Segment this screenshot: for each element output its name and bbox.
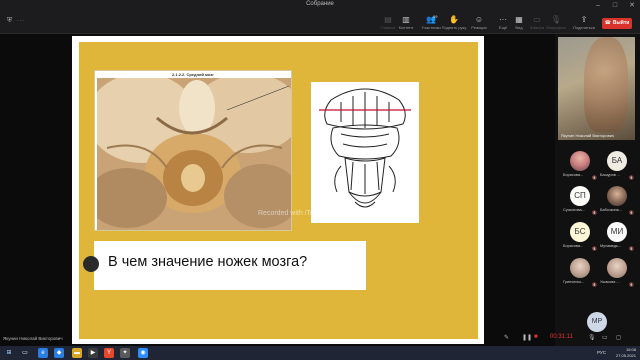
media-icon[interactable]: ▶ [88,348,98,358]
toolbar-label: Контент [398,25,414,30]
mic-icon[interactable]: 🎙 [588,334,596,341]
participants-gallery: Якунин Николай Викторович Борисова... 🔇 … [555,34,640,346]
pause-icon[interactable]: ❚❚ [522,334,532,341]
question-marker [83,256,99,272]
phone-icon: ☎ [604,20,611,26]
system-clock[interactable]: 16:08 27.05.2021 [616,347,636,359]
toolbar-label: Поделиться [572,25,596,30]
leave-button[interactable]: ☎ Выйти [602,18,632,29]
language-indicator[interactable]: РУС [597,350,606,355]
mic-muted-icon: 🔇 [629,210,634,215]
brainstem-drawing [319,88,411,208]
maximize-icon[interactable]: □ [611,1,619,10]
clock-date: 27.05.2021 [615,353,636,358]
self-name: Якунин Николай Викторович [561,133,615,138]
avatar: МИ [607,222,627,242]
brain-photo: 2.1.2.2. Средний мозг [94,70,292,231]
toolbar-button-content[interactable]: ▥ Контент [393,14,419,33]
avatar[interactable]: МР [587,312,607,332]
toolbar-label: Поднять руку [441,25,467,30]
mic-muted-icon: 🔇 [592,246,597,251]
pen-icon[interactable]: ✎ [504,334,509,341]
participant-tile[interactable]: БА Башуров ... 🔇 [598,150,636,183]
shield-icon[interactable]: ⛨ [7,17,12,25]
photo-caption: 2.1.2.2. Средний мозг [172,72,214,77]
toolbar-button-raise-hand[interactable]: ✋ Поднять руку [441,14,467,33]
camera-icon[interactable]: ▭ [602,334,608,341]
hand-icon: ✋ [449,15,459,24]
window-controls: – □ ✕ [594,1,636,10]
avatar: СП [570,186,590,206]
app-icon[interactable]: ◆ [54,348,64,358]
participant-tile[interactable]: БС Борисова... 🔇 [561,221,599,254]
yandex-icon[interactable]: Y [104,348,114,358]
participant-tile[interactable]: Борисова... 🔇 [561,150,599,183]
video-feed [584,37,628,132]
avatar: БА [607,151,627,171]
app-icon[interactable]: ✦ [120,348,130,358]
avatar [607,186,627,206]
toolbar-button-share[interactable]: ⇪ Поделиться [571,14,597,33]
recording-time: 00:31:11 [550,334,573,340]
app-window: Собрание – □ ✕ ⛨ ··· ▤ Главное ▥ Контент… [0,0,640,360]
slide-background: 2.1.2.2. Средний мозг В чем значение нож… [79,42,478,339]
participant-tile[interactable]: МИ Мухамедь... 🔇 [598,221,636,254]
content-icon: ▥ [402,15,410,24]
question-text: В чем значение ножек мозга? [108,254,308,270]
mic-muted-icon: 🔇 [629,175,634,180]
minimize-icon[interactable]: – [594,1,602,10]
mic-muted-icon: 🔇 [592,282,597,287]
participant-tile[interactable]: Ушакова ... 🔇 [598,257,636,290]
close-icon[interactable]: ✕ [628,1,636,10]
participant-tile[interactable]: Гринченко... 🔇 [561,257,599,290]
toolbar-label: Реакции [471,25,487,30]
presentation-slide: 2.1.2.2. Средний мозг В чем значение нож… [72,36,484,344]
avatar [607,258,627,278]
toolbar-label: Микрофон [546,25,566,30]
window-title: Собрание [306,1,334,7]
avatar [570,151,590,171]
meeting-toolbar: ⛨ ··· ▤ Главное ▥ Контент 👥 99 Участники… [0,12,640,34]
toolbar-button-mic[interactable]: 🎙 Микрофон [543,14,569,33]
presenter-name: Якунин Николай Викторович [3,336,63,341]
folder-icon[interactable]: ▬ [72,348,82,358]
meeting-info[interactable]: ··· [17,18,25,24]
leave-label: Выйти [612,20,630,26]
zoom-icon[interactable]: ◉ [138,348,148,358]
mic-icon: 🎙 [550,15,562,24]
question-box: В чем значение ножек мозга? [94,241,366,290]
share-icon: ⇪ [580,15,588,24]
recorder-controls: ✎ ❚❚ ■ 00:31:11 🎙 ▭ ◻ [500,333,630,344]
participant-count: 99 [433,14,438,19]
participant-tile[interactable]: СП Сускопова... 🔇 [561,185,599,218]
edge-icon[interactable]: e [38,348,48,358]
stop-icon[interactable]: ■ [534,334,538,340]
smile-icon: ☺ [474,15,484,24]
shared-screen-stage: 2.1.2.2. Средний мозг В чем значение нож… [0,34,555,346]
avatar [570,258,590,278]
toolbar-button-reactions[interactable]: ☺ Реакции [466,14,492,33]
os-taskbar: ⊞ ▭ e ◆ ▬ ▶ Y ✦ ◉ РУС 16:08 27.05.2021 [0,346,640,360]
title-bar: Собрание – □ ✕ [0,0,640,12]
self-video-tile[interactable]: Якунин Николай Викторович [558,37,635,140]
mic-muted-icon: 🔇 [592,175,597,180]
avatar: БС [570,222,590,242]
mic-muted-icon: 🔇 [629,282,634,287]
screenshot-icon[interactable]: ◻ [616,334,621,341]
participant-tile[interactable]: Бабочкина... 🔇 [598,185,636,218]
mic-muted-icon: 🔇 [592,210,597,215]
task-view-icon[interactable]: ▭ [20,348,30,358]
mic-muted-icon: 🔇 [629,246,634,251]
brain-photo-image [97,78,291,230]
start-icon[interactable]: ⊞ [4,348,14,358]
recorder-watermark: Recorded with iTop Screen Recorder [258,210,373,217]
brainstem-diagram [311,82,419,223]
